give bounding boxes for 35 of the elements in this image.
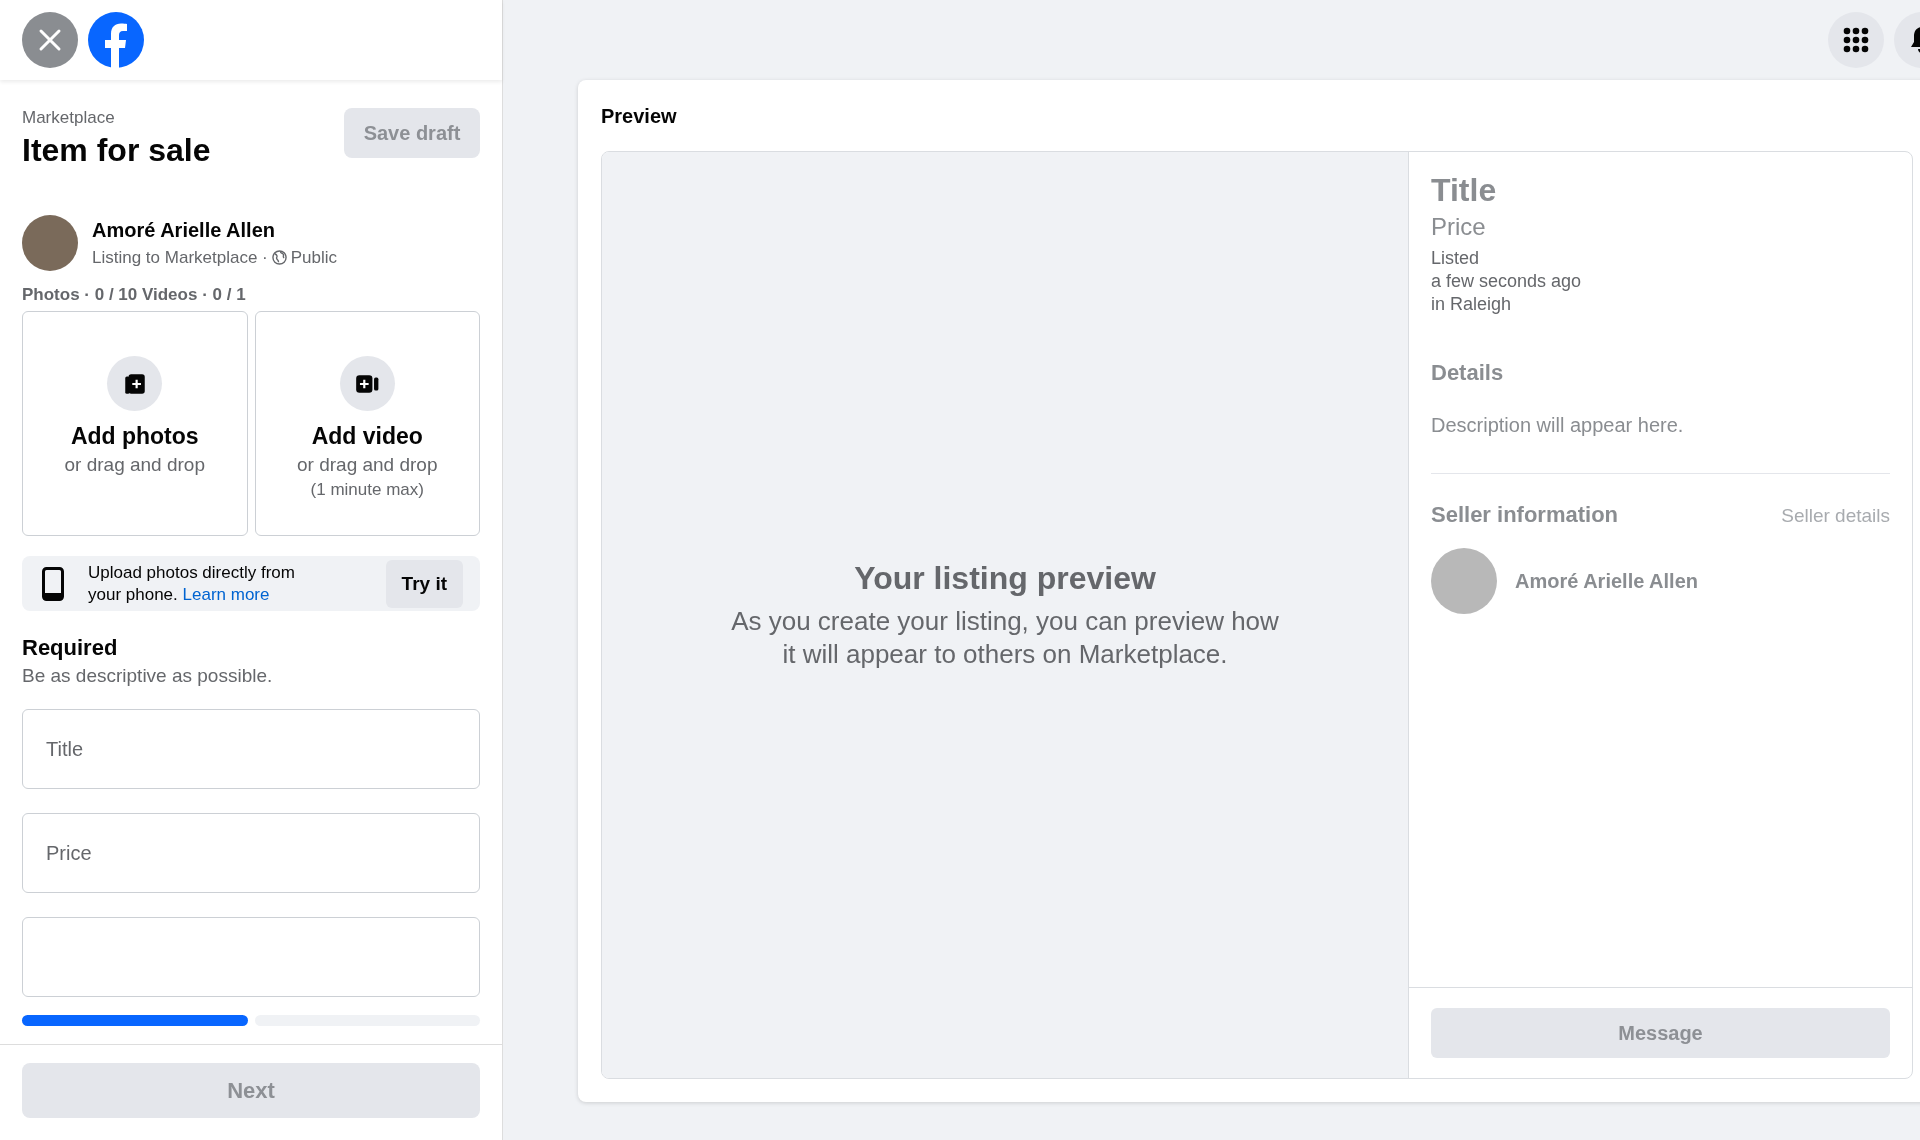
try-it-button[interactable]: Try it — [385, 559, 463, 608]
seller-name: Amoré Arielle Allen — [92, 218, 277, 242]
empty-preview-text: As you create your listing, you can preview how it will appear to others on Marketplace. — [730, 604, 1280, 671]
listing-meta: Listed — [1431, 247, 1481, 270]
globe-icon — [271, 250, 287, 265]
listing-destination: Listing to Marketplace · — [92, 247, 268, 268]
grid-icon — [1843, 27, 1869, 53]
breadcrumb-label: Marketplace — [22, 108, 116, 128]
phone-upload-text: Upload photos directly from your phone. Learn more — [88, 561, 296, 606]
close-button[interactable] — [22, 12, 78, 68]
add-photos-tile[interactable]: Add photos or drag and drop — [22, 311, 248, 536]
profile-photo — [22, 215, 78, 271]
input-field[interactable] — [22, 917, 480, 997]
input-field[interactable]: Price — [22, 813, 480, 893]
listing-price: Price — [1431, 213, 1487, 241]
empty-preview-title: Your listing preview — [854, 559, 1156, 597]
seller-heading: Seller information — [1431, 502, 1619, 528]
preview-heading: Preview — [601, 104, 678, 129]
description-text: Description will appear here. — [1431, 414, 1685, 437]
section-title: Required — [22, 635, 119, 661]
audience-label[interactable]: Public — [290, 247, 338, 268]
listing-meta: a few seconds ago — [1431, 270, 1583, 293]
listing-title: Title — [1431, 172, 1498, 209]
details-heading: Details — [1431, 360, 1505, 386]
input-field[interactable]: Title — [22, 709, 480, 789]
add-video-tile[interactable]: Add video or drag and drop (1 minute max) — [254, 311, 480, 536]
media-count: Photos · 0 / 10 Videos · 0 / 1 — [22, 285, 247, 305]
section-subtitle: Be as descriptive as possible. — [22, 665, 274, 687]
facebook-logo-icon[interactable] — [88, 12, 144, 68]
page-title: Item for sale — [22, 132, 211, 169]
learn-more-link[interactable]: Learn more — [182, 584, 270, 604]
apps-menu-button[interactable] — [1828, 12, 1884, 68]
seller-name: Amoré Arielle Allen — [1515, 569, 1699, 593]
listing-meta: in Raleigh — [1431, 293, 1513, 316]
phone-icon — [42, 566, 64, 601]
